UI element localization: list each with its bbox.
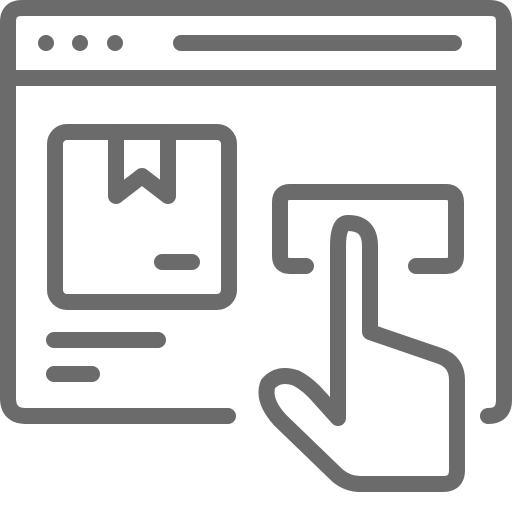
online-order-illustration xyxy=(0,0,512,492)
product-text-lines-icon xyxy=(46,332,166,382)
online-order-click-icon xyxy=(0,0,512,512)
box-tape-icon xyxy=(108,126,176,204)
package-box-icon xyxy=(47,124,237,310)
